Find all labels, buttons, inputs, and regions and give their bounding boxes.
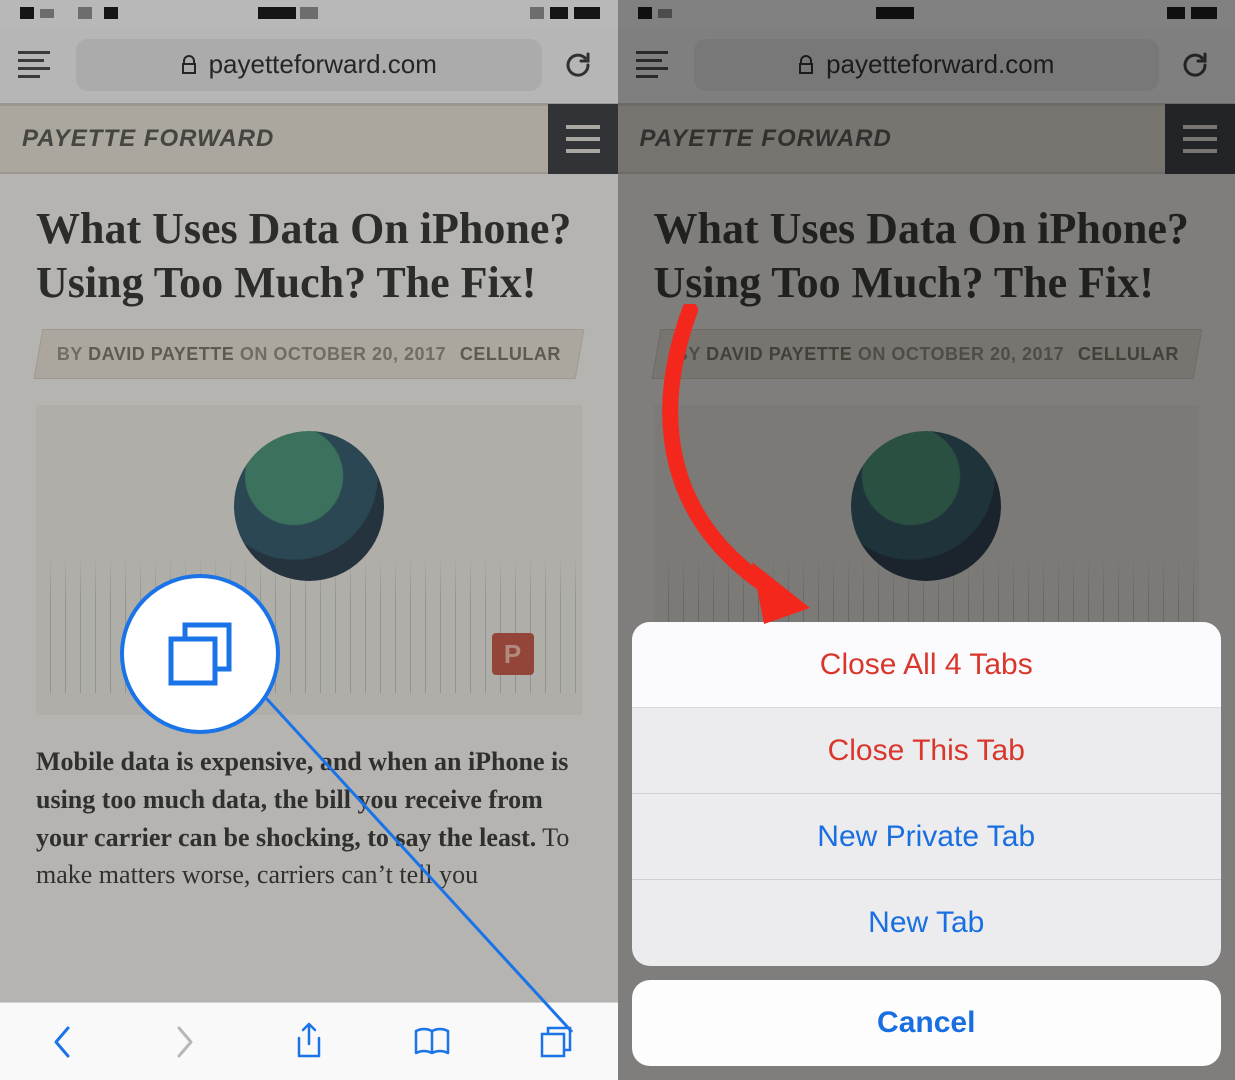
- tabs-icon: [161, 615, 239, 693]
- action-sheet-group: Close All 4 Tabs Close This Tab New Priv…: [632, 622, 1222, 966]
- reload-button[interactable]: [556, 43, 600, 87]
- bookmarks-button[interactable]: [408, 1018, 456, 1066]
- status-bar: [0, 0, 618, 26]
- author-name: DAVID PAYETTE: [88, 344, 234, 364]
- new-tab-option[interactable]: New Tab: [632, 880, 1222, 966]
- article-category: CELLULAR: [460, 344, 561, 365]
- article-content: What Uses Data On iPhone? Using Too Much…: [0, 174, 618, 894]
- close-all-tabs-option[interactable]: Close All 4 Tabs: [632, 622, 1222, 708]
- close-this-tab-option[interactable]: Close This Tab: [632, 708, 1222, 794]
- website-brand: PAYETTE FORWARD: [22, 125, 274, 153]
- new-private-tab-option[interactable]: New Private Tab: [632, 794, 1222, 880]
- phone-screenshot-left: payetteforward.com PAYETTE FORWARD What …: [0, 0, 618, 1080]
- chevron-right-icon: [173, 1024, 197, 1060]
- share-button[interactable]: [285, 1018, 333, 1066]
- logo-chip: P: [492, 633, 534, 675]
- article-illustration: P: [36, 405, 582, 715]
- share-icon: [293, 1022, 325, 1062]
- safari-bottom-toolbar: [0, 1002, 618, 1080]
- reload-icon: [562, 49, 594, 81]
- chevron-left-icon: [50, 1024, 74, 1060]
- book-icon: [412, 1025, 452, 1059]
- lock-icon: [181, 55, 197, 75]
- article-date: OCTOBER 20, 2017: [273, 344, 446, 364]
- browser-address-bar: payetteforward.com: [0, 26, 618, 104]
- tabs-icon: [538, 1024, 574, 1060]
- callout-circle: [120, 574, 280, 734]
- url-field[interactable]: payetteforward.com: [76, 39, 542, 91]
- article-body: Mobile data is expensive, and when an iP…: [36, 743, 582, 894]
- article-headline: What Uses Data On iPhone? Using Too Much…: [36, 202, 582, 309]
- article-byline: BY DAVID PAYETTE ON OCTOBER 20, 2017 CEL…: [34, 329, 584, 379]
- back-button[interactable]: [38, 1018, 86, 1066]
- url-host-text: payetteforward.com: [209, 49, 437, 80]
- on-label: ON: [240, 344, 268, 364]
- website-header: PAYETTE FORWARD: [0, 104, 618, 174]
- tabs-action-sheet: Close All 4 Tabs Close This Tab New Priv…: [632, 622, 1222, 1066]
- article-body-lead: Mobile data is expensive, and when an iP…: [36, 747, 568, 851]
- by-label: BY: [57, 344, 83, 364]
- phone-screenshot-right: payetteforward.com PAYETTE FORWARD What …: [618, 0, 1235, 1080]
- cancel-button[interactable]: Cancel: [632, 980, 1222, 1066]
- forward-button[interactable]: [161, 1018, 209, 1066]
- globe-icon: [234, 431, 384, 581]
- tabs-button[interactable]: [532, 1018, 580, 1066]
- reader-view-icon[interactable]: [18, 51, 62, 78]
- hamburger-menu-button[interactable]: [548, 104, 618, 174]
